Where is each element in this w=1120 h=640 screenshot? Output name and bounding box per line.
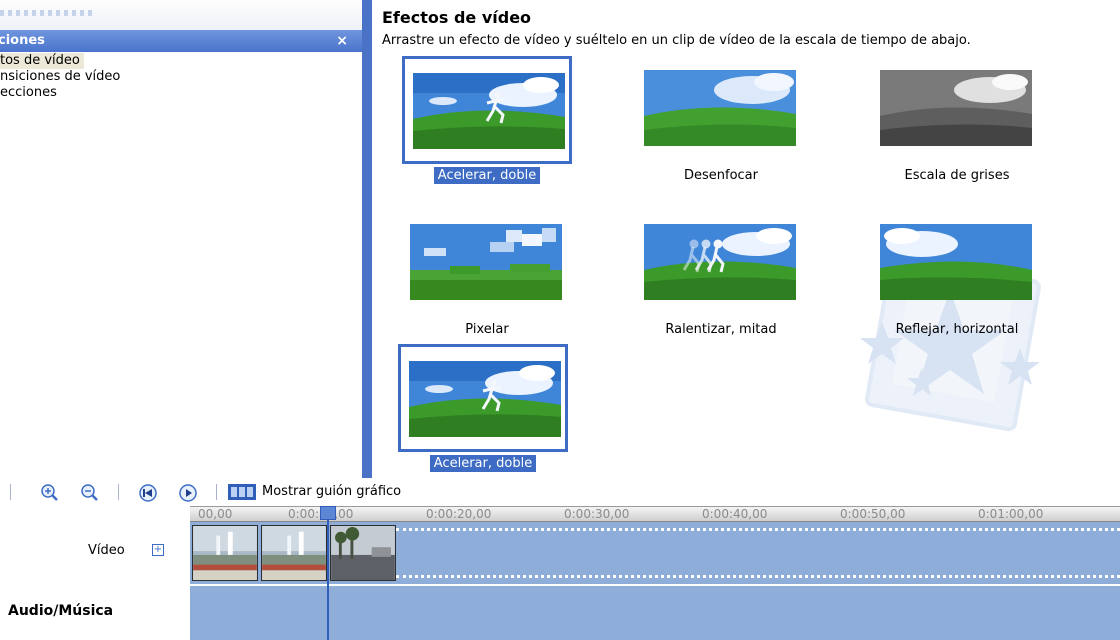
effect-label: Escala de grises bbox=[904, 168, 1010, 183]
effect-preview-image bbox=[644, 224, 796, 300]
pane-top-band bbox=[0, 0, 362, 30]
play-icon[interactable] bbox=[178, 483, 198, 503]
audio-track[interactable] bbox=[190, 584, 1120, 640]
video-clip[interactable] bbox=[192, 525, 258, 581]
video-track-label: Vídeo bbox=[88, 543, 125, 558]
tasks-header: ciones × bbox=[0, 30, 362, 52]
effect-thumbnail-frame bbox=[402, 210, 572, 318]
filmstrip-icon bbox=[228, 484, 256, 500]
task-item-video-transitions[interactable]: nsiciones de vídeo bbox=[0, 69, 120, 85]
tasks-header-title: ciones bbox=[0, 33, 45, 48]
timeline: Mostrar guión gráfico 00,00 0:00:10,00 0… bbox=[0, 478, 1120, 640]
effect-label: Acelerar, doble bbox=[402, 167, 572, 184]
effect-thumbnail-frame bbox=[872, 210, 1042, 318]
effect-preview-image bbox=[413, 73, 565, 149]
effect-thumbnail-frame bbox=[636, 56, 806, 164]
storyboard-label: Mostrar guión gráfico bbox=[262, 484, 402, 499]
expand-track-button[interactable]: + bbox=[152, 544, 164, 556]
timeline-toolbar: Mostrar guión gráfico bbox=[0, 478, 1120, 506]
effect-label: Ralentizar, mitad bbox=[665, 322, 777, 337]
effect-label: Desenfocar bbox=[683, 168, 758, 183]
effect-preview-image bbox=[410, 224, 562, 300]
playhead-handle[interactable] bbox=[320, 506, 336, 520]
gallery-description: Arrastre un efecto de vídeo y suéltelo e… bbox=[382, 33, 971, 48]
rewind-icon[interactable] bbox=[138, 483, 158, 503]
playhead-line bbox=[327, 508, 329, 640]
ruler-tick: 0:00:30,00 bbox=[564, 507, 630, 521]
effect-speed-up-dragged[interactable]: Acelerar, doble bbox=[398, 344, 568, 474]
ruler-tick: 0:00:40,00 bbox=[702, 507, 768, 521]
effect-label: Reflejar, horizontal bbox=[895, 322, 1019, 337]
tasks-pane: ciones × tos de vídeo nsiciones de vídeo… bbox=[0, 0, 362, 478]
task-item-collections[interactable]: ecciones bbox=[0, 85, 57, 101]
effect-speed-up[interactable]: Acelerar, doble bbox=[402, 56, 572, 186]
effect-grayscale[interactable]: Escala de grises bbox=[872, 56, 1042, 186]
effect-label: Pixelar bbox=[465, 322, 509, 337]
effect-thumbnail-frame bbox=[402, 56, 572, 164]
ruler-tick: 0:01:00,00 bbox=[978, 507, 1044, 521]
task-item-video-effects[interactable]: tos de vídeo bbox=[0, 53, 84, 69]
pane-splitter[interactable] bbox=[362, 0, 372, 478]
effect-label: Acelerar, doble bbox=[398, 455, 568, 472]
video-clip[interactable] bbox=[330, 525, 396, 581]
audio-track-label: Audio/Música bbox=[8, 603, 114, 619]
effect-preview-image bbox=[880, 70, 1032, 146]
ruler-tick: 00,00 bbox=[198, 507, 233, 521]
gallery-title: Efectos de vídeo bbox=[382, 8, 532, 27]
ruler-tick: 0:00:20,00 bbox=[426, 507, 492, 521]
effect-thumbnail-frame bbox=[398, 344, 568, 452]
ruler-tick: 0:00:50,00 bbox=[840, 507, 906, 521]
close-icon[interactable]: × bbox=[336, 30, 348, 52]
effects-gallery: Efectos de vídeo Arrastre un efecto de v… bbox=[372, 0, 1120, 478]
effect-preview-image bbox=[880, 224, 1032, 300]
effect-thumbnail-frame bbox=[636, 210, 806, 318]
zoom-in-icon[interactable] bbox=[40, 483, 60, 503]
effect-blur[interactable]: Desenfocar bbox=[636, 56, 806, 186]
effect-thumbnail-frame bbox=[872, 56, 1042, 164]
effect-slow-down[interactable]: Ralentizar, mitad bbox=[636, 210, 806, 340]
video-clip[interactable] bbox=[261, 525, 327, 581]
effect-preview-image bbox=[644, 70, 796, 146]
zoom-out-icon[interactable] bbox=[80, 483, 100, 503]
effect-mirror-horizontal[interactable]: Reflejar, horizontal bbox=[872, 210, 1042, 340]
effect-preview-image bbox=[409, 361, 561, 437]
effect-pixelate[interactable]: Pixelar bbox=[402, 210, 572, 340]
